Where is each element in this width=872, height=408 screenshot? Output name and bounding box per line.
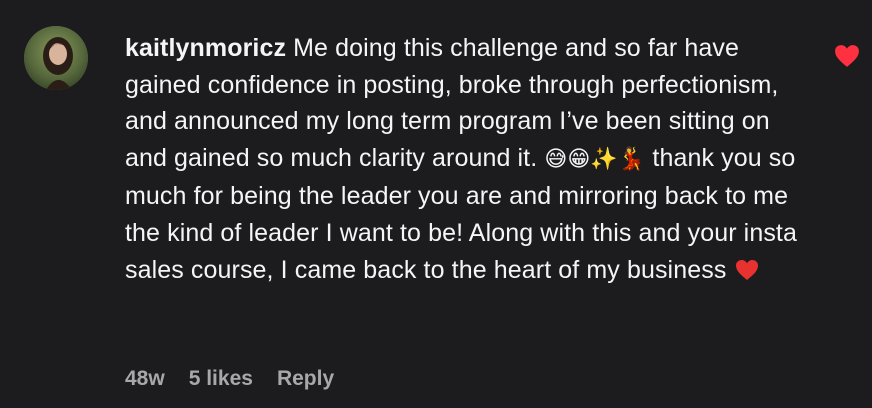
reply-button[interactable]: Reply (277, 367, 334, 391)
red-heart-emoji-icon (735, 255, 759, 292)
avatar-image (24, 26, 88, 90)
comment-likes-count[interactable]: 5 likes (189, 367, 253, 391)
comment-timestamp[interactable]: 48w (125, 367, 165, 391)
comment-footer: 48w 5 likes Reply (125, 367, 334, 391)
comment-item: kaitlynmoricz Me doing this challenge an… (0, 0, 872, 408)
like-heart-icon[interactable] (834, 44, 860, 68)
comment-username[interactable]: kaitlynmoricz (125, 34, 286, 62)
avatar[interactable] (24, 26, 88, 90)
comment-body: kaitlynmoricz Me doing this challenge an… (125, 30, 815, 291)
comment-emojis: 😅😁✨💃 (544, 146, 646, 172)
